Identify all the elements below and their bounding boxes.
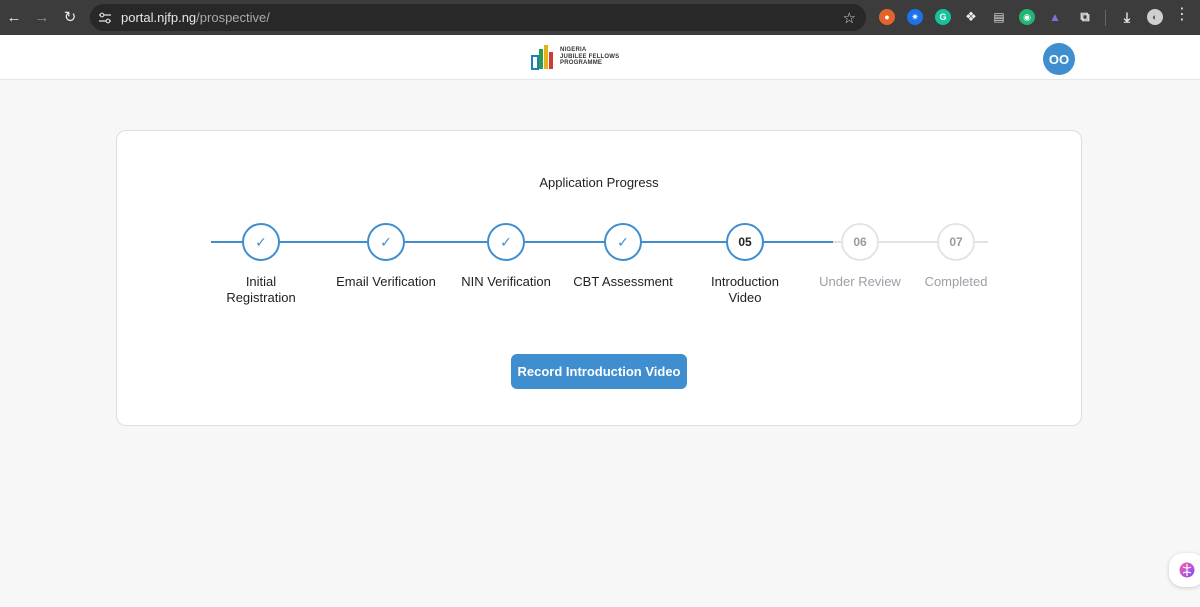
profile-icon[interactable]: ◐ bbox=[1147, 9, 1163, 25]
step-7-pending: 07 bbox=[937, 223, 975, 261]
bookmark-star-icon[interactable]: ☆ bbox=[843, 9, 856, 27]
app-header: NIGERIA JUBILEE FELLOWS PROGRAMME OO bbox=[0, 35, 1200, 80]
step-4-check-icon: ✓ bbox=[604, 223, 642, 261]
step-label-completed: Completed bbox=[924, 274, 988, 289]
step-2-check-icon: ✓ bbox=[367, 223, 405, 261]
assistant-brain-icon[interactable] bbox=[1169, 553, 1200, 587]
url-text: portal.njfp.ng/prospective/ bbox=[121, 10, 270, 25]
step-label-nin-verification: NIN Verification bbox=[461, 274, 551, 289]
check-icon: ✓ bbox=[617, 233, 629, 250]
logo-wordmark: NIGERIA JUBILEE FELLOWS PROGRAMME bbox=[560, 47, 619, 67]
logo-mark-icon bbox=[531, 45, 553, 70]
step-label-introduction-video: Introduction Video bbox=[711, 274, 779, 305]
record-introduction-video-button[interactable]: Record Introduction Video bbox=[511, 354, 687, 389]
extension-purple-icon[interactable]: ▲ bbox=[1047, 9, 1063, 25]
extension-green-icon[interactable]: ◉ bbox=[1019, 9, 1035, 25]
extension-gear-icon[interactable]: ✷ bbox=[907, 9, 923, 25]
logo-line-3: PROGRAMME bbox=[560, 60, 603, 67]
njfp-logo[interactable]: NIGERIA JUBILEE FELLOWS PROGRAMME bbox=[531, 43, 619, 71]
url-path: /prospective/ bbox=[196, 10, 270, 25]
step-6-pending: 06 bbox=[841, 223, 879, 261]
step-1-check-icon: ✓ bbox=[242, 223, 280, 261]
toolbar-divider bbox=[1105, 10, 1106, 26]
url-host: portal.njfp.ng bbox=[121, 10, 197, 25]
download-icon[interactable]: ⤓ bbox=[1119, 9, 1135, 25]
check-icon: ✓ bbox=[500, 233, 512, 250]
site-settings-icon[interactable] bbox=[98, 11, 112, 25]
menu-icon[interactable]: ⋮ bbox=[1174, 7, 1190, 23]
extension-grammarly-icon[interactable]: G bbox=[935, 9, 951, 25]
progress-title: Application Progress bbox=[539, 175, 659, 190]
extension-leaf-icon[interactable]: ❖ bbox=[963, 9, 979, 25]
step-label-initial-registration: Initial Registration bbox=[226, 274, 296, 305]
forward-arrow-icon[interactable]: → bbox=[28, 3, 56, 31]
step-3-check-icon: ✓ bbox=[487, 223, 525, 261]
address-bar[interactable]: portal.njfp.ng/prospective/ ☆ bbox=[90, 4, 866, 31]
step-label-email-verification: Email Verification bbox=[336, 274, 436, 289]
extensions-icon[interactable]: ⧉ bbox=[1077, 9, 1093, 25]
reload-icon[interactable]: ↻ bbox=[56, 3, 84, 31]
extension-box-icon[interactable]: ▤ bbox=[991, 9, 1007, 25]
step-label-cbt-assessment: CBT Assessment bbox=[573, 274, 673, 289]
application-progress-card: Application Progress ✓ ✓ ✓ ✓ 05 06 07 In… bbox=[116, 130, 1082, 426]
user-avatar[interactable]: OO bbox=[1043, 43, 1075, 75]
step-5-current: 05 bbox=[726, 223, 764, 261]
extension-fox-icon[interactable]: ● bbox=[879, 9, 895, 25]
back-arrow-icon[interactable]: ← bbox=[0, 3, 28, 31]
check-icon: ✓ bbox=[380, 233, 392, 250]
check-icon: ✓ bbox=[255, 233, 267, 250]
browser-toolbar: ← → ↻ portal.njfp.ng/prospective/ ☆ ● ✷ … bbox=[0, 0, 1200, 35]
